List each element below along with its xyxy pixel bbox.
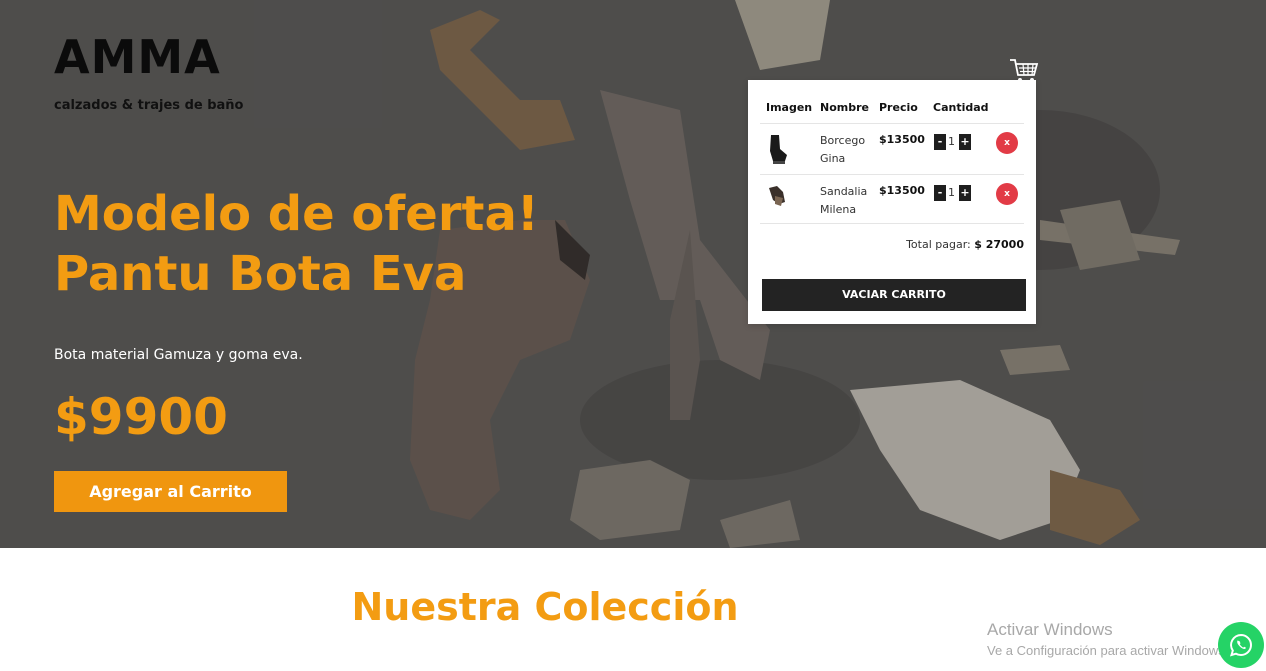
cart-total: Total pagar: $ 27000 <box>906 238 1024 251</box>
cart-total-label: Total pagar: <box>906 238 971 251</box>
cart-item-name: Borcego Gina <box>820 134 866 165</box>
product-thumbnail <box>770 135 787 164</box>
remove-item-button[interactable]: x <box>996 183 1018 205</box>
increase-quantity-button[interactable]: + <box>959 134 971 150</box>
increase-quantity-button[interactable]: + <box>959 185 971 201</box>
cart-item-quantity: 1 <box>948 186 955 199</box>
add-to-cart-button[interactable]: Agregar al Carrito <box>54 471 287 512</box>
cart-item-row: Borcego Gina $13500 - 1 + x <box>760 123 1024 174</box>
cart-dropdown: Imagen Nombre Precio Cantidad Borcego Gi… <box>748 80 1036 324</box>
offer-title-line1: Modelo de oferta! <box>54 186 539 242</box>
cart-item-price: $13500 <box>879 184 925 197</box>
offer-title: Modelo de oferta! Pantu Bota Eva <box>54 184 574 304</box>
cart-item-row: Sandalia Milena $13500 - 1 + x <box>760 174 1024 225</box>
windows-activation-title: Activar Windows <box>987 620 1113 639</box>
whatsapp-button[interactable] <box>1218 622 1264 668</box>
decrease-quantity-button[interactable]: - <box>934 134 946 150</box>
brand: AMMA calzados & trajes de baño <box>54 30 243 113</box>
cart-header-image: Imagen <box>766 101 813 114</box>
remove-item-button[interactable]: x <box>996 132 1018 154</box>
collection-title: Nuestra Colección <box>351 585 739 629</box>
cart-item-name: Sandalia Milena <box>820 185 868 216</box>
product-thumbnail <box>769 186 785 206</box>
brand-logo[interactable]: AMMA <box>54 30 243 84</box>
hero-banner: AMMA calzados & trajes de baño Modelo de… <box>0 0 1266 548</box>
brand-tagline: calzados & trajes de baño <box>54 98 244 113</box>
decrease-quantity-button[interactable]: - <box>934 185 946 201</box>
windows-activation-subtitle: Ve a Configuración para activar Windows. <box>987 643 1229 658</box>
whatsapp-icon <box>1230 633 1252 657</box>
cart-header-quantity: Cantidad <box>933 101 989 114</box>
cart-total-value: $ 27000 <box>974 238 1024 251</box>
offer-title-line2: Pantu Bota Eva <box>54 246 467 302</box>
offer-description: Bota material Gamuza y goma eva. <box>54 347 303 363</box>
cart-item-quantity: 1 <box>948 135 955 148</box>
empty-cart-button[interactable]: VACIAR CARRITO <box>762 279 1026 311</box>
cart-item-price: $13500 <box>879 133 925 146</box>
cart-header-name: Nombre <box>820 101 869 114</box>
cart-header-price: Precio <box>879 101 918 114</box>
offer-price: $9900 <box>54 388 228 446</box>
cart-divider <box>760 223 1024 224</box>
